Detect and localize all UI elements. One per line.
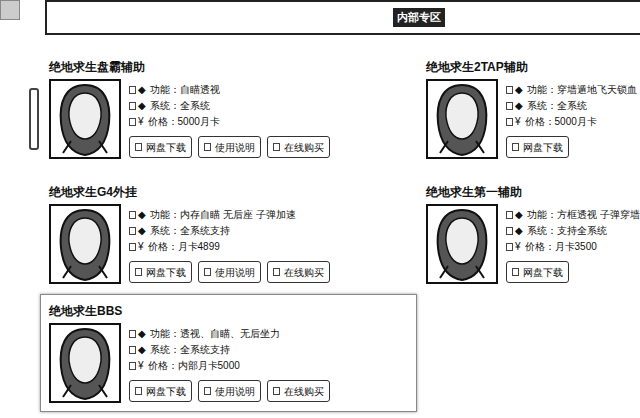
broken-image-icon bbox=[506, 102, 513, 110]
product-button[interactable]: 网盘下载 bbox=[129, 380, 192, 402]
field-mark: ◆ bbox=[138, 342, 146, 358]
field-mark: ◆ bbox=[515, 82, 523, 98]
product-button[interactable]: 网盘下载 bbox=[506, 136, 569, 158]
broken-image-icon bbox=[273, 143, 280, 151]
field-mark: ¥ bbox=[138, 239, 144, 255]
broken-image-icon bbox=[506, 227, 513, 235]
broken-image-icon bbox=[129, 102, 136, 110]
product-field: ◆系统：全系统 bbox=[506, 98, 637, 114]
product-field: ◆功能：内存自瞄 无后座 子弹加速 bbox=[129, 207, 330, 223]
product-card: 绝地求生第一辅助 ◆功能：方框透视 子弹穿墙◆系统：支持全系统¥价格：月卡3500… bbox=[417, 175, 640, 294]
broken-image-icon bbox=[135, 268, 142, 276]
scroll-handle[interactable] bbox=[29, 88, 39, 150]
broken-image-icon bbox=[512, 268, 519, 276]
page: 内部专区绝地求生盘霸辅助◆功能：自瞄透视◆系统：全系统¥价格：5000月卡网盘下… bbox=[0, 0, 640, 418]
field-mark: ◆ bbox=[515, 98, 523, 114]
product-field: ¥价格：5000月卡 bbox=[506, 114, 637, 130]
product-image-icon bbox=[426, 204, 498, 284]
field-mark: ◆ bbox=[138, 207, 146, 223]
field-mark: ◆ bbox=[138, 82, 146, 98]
product-title[interactable]: 绝地求生2TAP辅助 bbox=[426, 59, 640, 75]
header-frame: 内部专区 bbox=[45, 0, 640, 35]
product-card: 绝地求生盘霸辅助 ◆功能：自瞄透视◆系统：全系统¥价格：5000月卡网盘下载使用说… bbox=[40, 50, 417, 175]
product-field: ¥价格：5000月卡 bbox=[129, 114, 330, 130]
field-mark: ¥ bbox=[515, 239, 521, 255]
product-card: 绝地求生2TAP辅助 ◆功能：穿墙遁地飞天锁血◆系统：全系统¥价格：5000月卡网… bbox=[417, 50, 640, 175]
product-field: ◆功能：穿墙遁地飞天锁血 bbox=[506, 82, 637, 98]
broken-image-icon bbox=[129, 243, 136, 251]
broken-image-icon bbox=[506, 118, 513, 126]
field-mark: ◆ bbox=[138, 98, 146, 114]
field-mark: ¥ bbox=[515, 114, 521, 130]
field-mark: ¥ bbox=[138, 114, 144, 130]
broken-image-icon bbox=[129, 330, 136, 338]
product-image-icon bbox=[49, 79, 121, 159]
product-field: ◆系统：全系统支持 bbox=[129, 223, 330, 239]
broken-image-icon bbox=[129, 86, 136, 94]
broken-image-icon bbox=[506, 243, 513, 251]
product-field: ◆功能：方框透视 子弹穿墙 bbox=[506, 207, 640, 223]
broken-image-icon bbox=[129, 346, 136, 354]
broken-image-icon bbox=[204, 143, 211, 151]
broken-image-icon bbox=[204, 268, 211, 276]
header-title: 内部专区 bbox=[393, 8, 445, 27]
product-title[interactable]: 绝地求生盘霸辅助 bbox=[49, 59, 408, 75]
field-mark: ◆ bbox=[515, 223, 523, 239]
field-mark: ◆ bbox=[515, 207, 523, 223]
product-field: ¥价格：月卡3500 bbox=[506, 239, 640, 255]
broken-image-icon bbox=[129, 227, 136, 235]
product-button[interactable]: 网盘下载 bbox=[129, 136, 192, 158]
product-button[interactable]: 网盘下载 bbox=[506, 261, 569, 283]
broken-image-icon bbox=[129, 362, 136, 370]
product-card: 绝地求生BBS ◆功能：透视、自瞄、无后坐力◆系统：全系统支持¥价格：内部月卡50… bbox=[40, 294, 417, 412]
field-mark: ◆ bbox=[138, 223, 146, 239]
product-title[interactable]: 绝地求生第一辅助 bbox=[426, 184, 640, 200]
product-field: ◆系统：全系统 bbox=[129, 98, 330, 114]
product-field: ¥价格：月卡4899 bbox=[129, 239, 330, 255]
product-field: ¥价格：内部月卡5000 bbox=[129, 358, 330, 374]
broken-image-icon bbox=[273, 387, 280, 395]
product-field: ◆系统：全系统支持 bbox=[129, 342, 330, 358]
product-field: ◆系统：支持全系统 bbox=[506, 223, 640, 239]
broken-image-icon bbox=[129, 211, 136, 219]
broken-image-icon bbox=[135, 143, 142, 151]
product-grid: 绝地求生盘霸辅助◆功能：自瞄透视◆系统：全系统¥价格：5000月卡网盘下载使用说… bbox=[0, 35, 640, 412]
product-image-icon bbox=[426, 79, 498, 159]
product-button[interactable]: 使用说明 bbox=[198, 261, 261, 283]
field-mark: ◆ bbox=[138, 326, 146, 342]
product-field: ◆功能：自瞄透视 bbox=[129, 82, 330, 98]
product-button[interactable]: 在线购买 bbox=[267, 380, 330, 402]
product-image-icon bbox=[49, 204, 121, 284]
broken-image-icon bbox=[512, 143, 519, 151]
product-button[interactable]: 使用说明 bbox=[198, 380, 261, 402]
product-button[interactable]: 使用说明 bbox=[198, 136, 261, 158]
broken-image-icon bbox=[506, 211, 513, 219]
broken-image-icon bbox=[506, 86, 513, 94]
product-button[interactable]: 在线购买 bbox=[267, 261, 330, 283]
broken-image-icon bbox=[129, 118, 136, 126]
broken-image-icon bbox=[135, 387, 142, 395]
broken-image-icon bbox=[273, 268, 280, 276]
product-card: 绝地求生G4外挂 ◆功能：内存自瞄 无后座 子弹加速◆系统：全系统支持¥价格：月卡… bbox=[40, 175, 417, 294]
product-title[interactable]: 绝地求生G4外挂 bbox=[49, 184, 408, 200]
product-button[interactable]: 网盘下载 bbox=[129, 261, 192, 283]
product-field: ◆功能：透视、自瞄、无后坐力 bbox=[129, 326, 330, 342]
product-image-icon bbox=[49, 323, 121, 403]
broken-image-icon bbox=[204, 387, 211, 395]
product-button[interactable]: 在线购买 bbox=[267, 136, 330, 158]
field-mark: ¥ bbox=[138, 358, 144, 374]
side-tab-icon bbox=[0, 0, 20, 20]
product-title[interactable]: 绝地求生BBS bbox=[49, 303, 408, 319]
